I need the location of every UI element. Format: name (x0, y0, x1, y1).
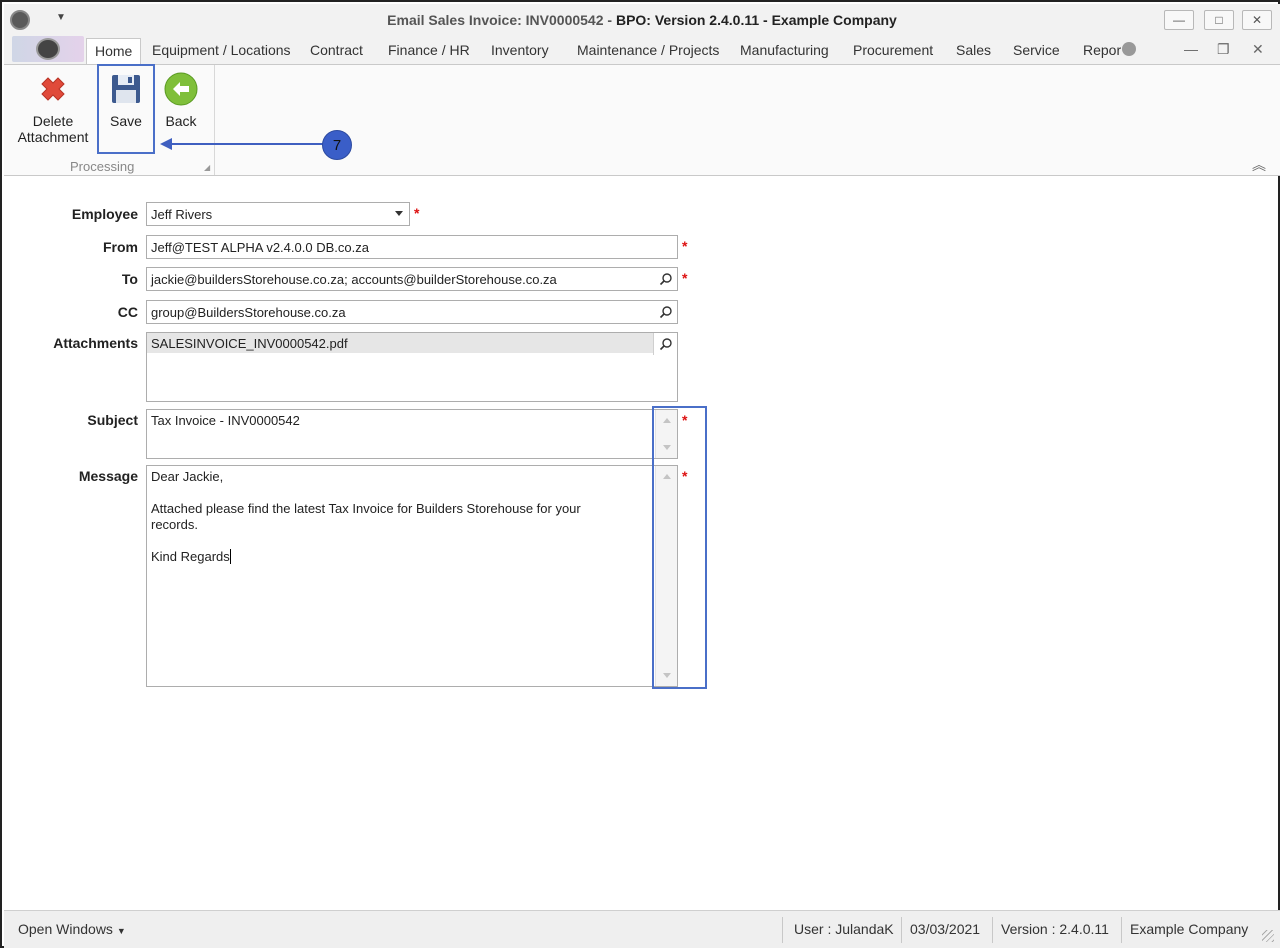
tab-procurement[interactable]: Procurement (853, 42, 933, 58)
save-highlight-box (97, 64, 155, 154)
resize-grip-icon[interactable] (1262, 930, 1274, 942)
back-label: Back (165, 113, 197, 129)
tab-contract[interactable]: Contract (310, 42, 363, 58)
mdi-minimize-button[interactable]: — (1184, 41, 1198, 57)
employee-label: Employee (71, 206, 138, 222)
status-version: Version : 2.4.0.11 (1001, 921, 1109, 937)
status-date: 03/03/2021 (910, 921, 981, 937)
tab-scroll-right-icon[interactable] (1122, 42, 1136, 56)
tab-manufacturing[interactable]: Manufacturing (740, 42, 829, 58)
message-text: Dear Jackie, Attached please find the la… (147, 466, 677, 568)
callout-step-badge: 7 (322, 130, 352, 160)
ribbon-panel: Delete Attachment Save Back Processing ◢… (4, 64, 1280, 176)
window-title-prefix: Email Sales Invoice: INV0000542 - (387, 12, 616, 28)
employee-dropdown[interactable]: Jeff Rivers (146, 202, 410, 226)
group-launcher-icon[interactable]: ◢ (204, 163, 210, 172)
title-bar: ▼ Email Sales Invoice: INV0000542 - BPO:… (4, 4, 1280, 36)
status-divider (901, 917, 902, 943)
tab-reports[interactable]: Repor (1083, 42, 1121, 58)
chevron-down-icon: ▼ (116, 926, 126, 936)
status-divider (1121, 917, 1122, 943)
delete-label-line2: Attachment (17, 129, 89, 145)
attachments-search-icon[interactable] (653, 333, 677, 355)
back-button[interactable]: Back (158, 71, 204, 129)
status-bar: Open Windows ▼ User : JulandaK 03/03/202… (4, 910, 1280, 948)
message-field[interactable]: Dear Jackie, Attached please find the la… (146, 465, 678, 687)
application-menu-button[interactable] (12, 36, 84, 62)
status-company: Example Company (1130, 921, 1249, 937)
cc-value: group@BuildersStorehouse.co.za (151, 305, 346, 320)
chevron-down-icon[interactable] (395, 211, 403, 216)
status-divider (782, 917, 783, 943)
to-label: To (121, 271, 138, 287)
mdi-close-button[interactable]: ✕ (1252, 41, 1264, 58)
tab-home[interactable]: Home (86, 38, 142, 64)
cc-label: CC (117, 304, 138, 320)
group-separator (214, 65, 215, 175)
tab-sales[interactable]: Sales (956, 42, 991, 58)
to-required-mark: * (682, 270, 688, 286)
message-value: Dear Jackie, Attached please find the la… (151, 469, 581, 564)
back-arrow-icon (163, 71, 199, 107)
message-label: Message (78, 468, 138, 484)
callout-arrow-head (160, 138, 172, 150)
subject-label: Subject (87, 412, 138, 428)
delete-label-line1: Delete (32, 113, 74, 129)
collapse-ribbon-icon[interactable]: ︽ (1252, 155, 1266, 175)
subject-value: Tax Invoice - INV0000542 (151, 413, 300, 428)
status-user: User : JulandaK (794, 921, 894, 937)
cc-search-icon[interactable] (657, 303, 675, 321)
ribbon-tabs: Home Equipment / Locations Contract Fina… (4, 36, 1280, 64)
processing-group-label: Processing (70, 159, 135, 174)
attachments-list[interactable]: SALESINVOICE_INV0000542.pdf (146, 332, 678, 402)
app-menu-logo-icon (36, 38, 60, 60)
employee-value: Jeff Rivers (151, 207, 213, 222)
open-windows-menu[interactable]: Open Windows ▼ (18, 921, 126, 937)
window-title: Email Sales Invoice: INV0000542 - BPO: V… (4, 12, 1280, 28)
attachment-item[interactable]: SALESINVOICE_INV0000542.pdf (147, 333, 654, 353)
scrollbar-highlight-box (652, 406, 707, 689)
cc-field[interactable]: group@BuildersStorehouse.co.za (146, 300, 678, 324)
close-button[interactable]: ✕ (1242, 10, 1272, 30)
to-value: jackie@buildersStorehouse.co.za; account… (151, 272, 557, 287)
minimize-button[interactable]: — (1164, 10, 1194, 30)
from-label: From (103, 239, 138, 255)
open-windows-label: Open Windows (18, 921, 113, 937)
to-field[interactable]: jackie@buildersStorehouse.co.za; account… (146, 267, 678, 291)
attachments-label: Attachments (53, 335, 138, 351)
delete-x-icon (35, 71, 71, 107)
tab-finance-hr[interactable]: Finance / HR (388, 42, 470, 58)
employee-required-mark: * (414, 205, 420, 221)
tab-equipment-locations[interactable]: Equipment / Locations (152, 42, 291, 58)
callout-arrow-line (172, 143, 324, 145)
from-required-mark: * (682, 238, 688, 254)
tab-service[interactable]: Service (1013, 42, 1060, 58)
from-value: Jeff@TEST ALPHA v2.4.0.0 DB.co.za (151, 240, 369, 255)
maximize-button[interactable]: □ (1204, 10, 1234, 30)
application-window: ▼ Email Sales Invoice: INV0000542 - BPO:… (0, 0, 1280, 948)
subject-field[interactable]: Tax Invoice - INV0000542 (146, 409, 678, 459)
window-title-app: BPO: Version 2.4.0.11 - Example Company (615, 12, 897, 28)
from-field[interactable]: Jeff@TEST ALPHA v2.4.0.0 DB.co.za (146, 235, 678, 259)
tab-inventory[interactable]: Inventory (491, 42, 549, 58)
delete-attachment-button[interactable]: Delete Attachment (14, 71, 92, 145)
text-cursor (229, 549, 231, 564)
status-divider (992, 917, 993, 943)
mdi-restore-button[interactable]: ❐ (1217, 41, 1230, 58)
to-search-icon[interactable] (657, 270, 675, 288)
tab-maintenance-projects[interactable]: Maintenance / Projects (577, 42, 719, 58)
